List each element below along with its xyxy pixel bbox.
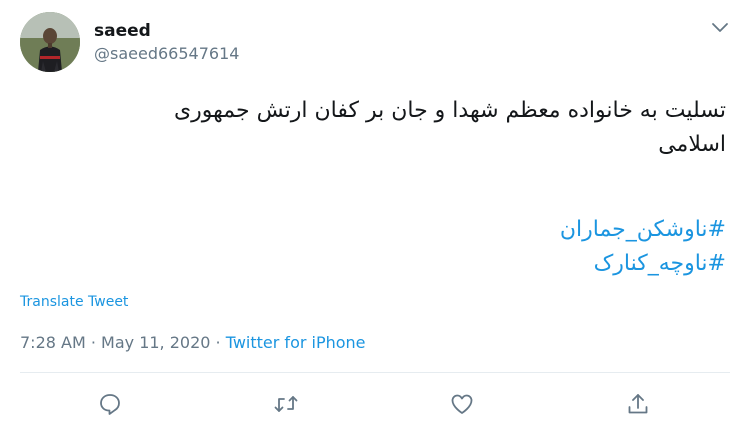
tweet-date[interactable]: May 11, 2020 — [101, 333, 210, 352]
hashtag-list: #ناوشکن_جماران #ناوچه_کنارک — [326, 213, 726, 281]
hashtag-link[interactable]: #ناوچه_کنارک — [326, 247, 726, 281]
author-handle[interactable]: @saeed66547614 — [94, 44, 239, 64]
tweet-text: تسلیت به خانواده معظم شهدا و جان بر کفان… — [26, 94, 726, 162]
tweet-card: saeed @saeed66547614 تسلیت به خانواده مع… — [0, 0, 748, 434]
author-display-name[interactable]: saeed — [94, 20, 151, 42]
retweet-icon[interactable] — [273, 391, 299, 417]
tweet-text-line: اسلامی — [658, 132, 726, 157]
meta-separator: · — [85, 333, 102, 352]
tweet-time[interactable]: 7:28 AM — [20, 333, 86, 352]
avatar[interactable] — [20, 12, 80, 72]
translate-tweet-link[interactable]: Translate Tweet — [20, 293, 128, 311]
reply-icon[interactable] — [97, 391, 123, 417]
divider — [20, 372, 730, 373]
tweet-source-link[interactable]: Twitter for iPhone — [226, 333, 366, 352]
tweet-metadata: 7:28 AM · May 11, 2020 · Twitter for iPh… — [20, 332, 366, 354]
tweet-text-line: تسلیت به خانواده معظم شهدا و جان بر کفان… — [173, 98, 726, 123]
like-icon[interactable] — [449, 391, 475, 417]
meta-separator: · — [210, 333, 226, 352]
share-icon[interactable] — [625, 391, 651, 417]
avatar-photo — [20, 12, 80, 72]
chevron-down-icon[interactable] — [709, 16, 731, 38]
hashtag-link[interactable]: #ناوشکن_جماران — [326, 213, 726, 247]
